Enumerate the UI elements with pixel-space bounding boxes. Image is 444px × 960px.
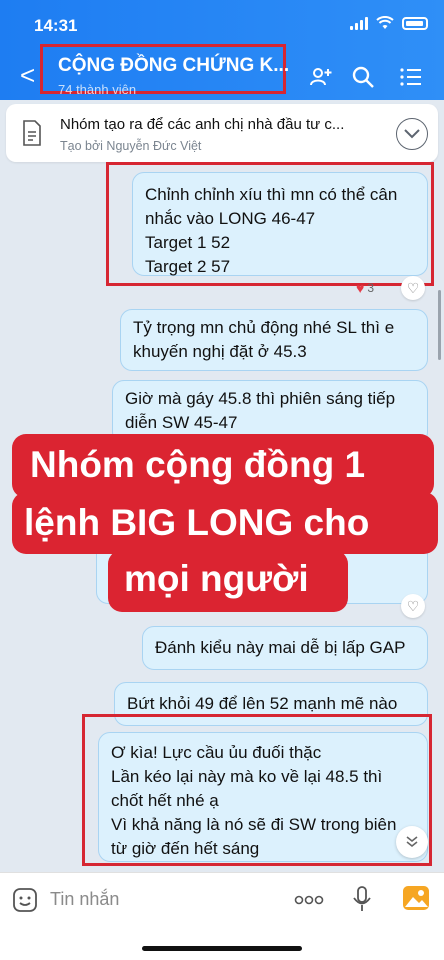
scrollbar[interactable]: [438, 290, 441, 360]
banner-line: Nhóm cộng đồng 1: [30, 444, 366, 485]
pinned-author: Tạo bởi Nguyễn Đức Việt: [60, 139, 202, 153]
status-time: 14:31: [34, 16, 78, 35]
add-member-icon[interactable]: [308, 64, 334, 90]
emoji-icon[interactable]: [12, 887, 38, 913]
heart-icon: ♥: [356, 280, 365, 296]
signal-icon: [350, 16, 368, 30]
pinned-text: Nhóm tạo ra để các anh chị nhà đầu tư c.…: [60, 116, 345, 133]
message-line: Tỷ trọng mn chủ động nhé SL thì e: [133, 318, 395, 337]
chevron-down-icon: [404, 129, 420, 139]
reaction-count[interactable]: ♥ 3: [356, 278, 374, 298]
search-icon[interactable]: [350, 64, 376, 90]
image-icon[interactable]: [402, 885, 430, 911]
message-line: diễn SW 45-47: [125, 413, 238, 432]
microphone-icon[interactable]: [352, 885, 372, 913]
status-icons: [350, 16, 428, 30]
member-count: 74 thành viên: [58, 82, 137, 97]
page-title[interactable]: CỘNG ĐỒNG CHỨNG K...: [58, 55, 289, 77]
home-indicator: [142, 946, 302, 951]
message-highlight: [106, 162, 434, 286]
message-input[interactable]: Tin nhắn: [50, 889, 119, 910]
message-highlight: [82, 714, 432, 866]
expand-button[interactable]: [396, 118, 428, 150]
message-line: Đánh kiểu này mai dễ bị lấp GAP: [155, 638, 406, 657]
more-icon[interactable]: [294, 895, 324, 905]
banner-line: mọi người: [124, 558, 309, 599]
back-button[interactable]: <: [20, 62, 35, 88]
react-button[interactable]: ♡: [401, 594, 425, 618]
message-line: Giờ mà gáy 45.8 thì phiên sáng tiếp: [125, 389, 396, 408]
heart-outline-icon: ♡: [406, 279, 420, 296]
pinned-note[interactable]: Nhóm tạo ra để các anh chị nhà đầu tư c.…: [6, 104, 438, 162]
message-line: Bứt khỏi 49 để lên 52 mạnh mẽ nào: [127, 694, 398, 713]
double-chevron-down-icon: [406, 836, 418, 848]
message-bubble[interactable]: Đánh kiểu này mai dễ bị lấp GAP: [142, 626, 428, 670]
chat-header: 14:31 < CỘNG ĐỒNG CHỨNG K... 74 thành vi…: [0, 0, 444, 100]
menu-icon[interactable]: [398, 64, 424, 90]
message-line: khuyến nghị đặt ở 45.3: [133, 342, 307, 361]
battery-icon: [402, 16, 428, 30]
wifi-icon: [376, 16, 394, 29]
banner-line: lệnh BIG LONG cho: [24, 502, 370, 543]
react-button[interactable]: ♡: [401, 276, 425, 300]
heart-outline-icon: ♡: [406, 597, 420, 614]
scroll-down-button[interactable]: [396, 826, 428, 858]
message-bubble[interactable]: Tỷ trọng mn chủ động nhé SL thì e khuyến…: [120, 309, 428, 371]
document-icon: [23, 120, 41, 146]
